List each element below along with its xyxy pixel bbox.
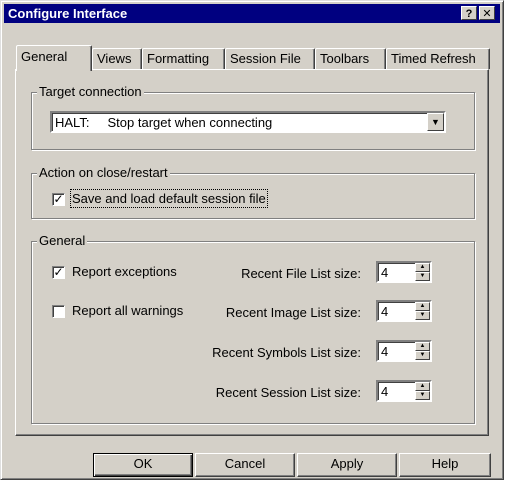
- spinner-buttons: ▲ ▼: [415, 382, 430, 400]
- action-close-label: Action on close/restart: [37, 165, 170, 180]
- recent-symbols-value[interactable]: 4: [381, 344, 388, 359]
- tab-timed-refresh[interactable]: Timed Refresh: [386, 48, 490, 69]
- cancel-button[interactable]: Cancel: [195, 453, 295, 477]
- action-close-group: Action on close/restart ✓ Save and load …: [31, 165, 475, 219]
- target-connection-select[interactable]: HALT: Stop target when connecting ▼: [50, 111, 446, 133]
- recent-image-label: Recent Image List size:: [225, 305, 361, 320]
- report-warnings-label[interactable]: Report all warnings: [72, 303, 183, 318]
- general-tab-panel: Target connection HALT: Stop target when…: [15, 69, 489, 436]
- report-exceptions-checkbox[interactable]: ✓: [52, 266, 65, 279]
- recent-file-value[interactable]: 4: [381, 265, 388, 280]
- tab-session-file[interactable]: Session File: [225, 48, 315, 69]
- chevron-down-icon[interactable]: ▼: [427, 113, 444, 131]
- recent-session-value[interactable]: 4: [381, 384, 388, 399]
- help-icon[interactable]: ?: [461, 6, 477, 20]
- recent-session-spinner[interactable]: 4 ▲ ▼: [376, 380, 432, 402]
- spin-up-icon[interactable]: ▲: [415, 342, 430, 351]
- spin-down-icon[interactable]: ▼: [415, 272, 430, 281]
- target-connection-value: HALT: Stop target when connecting: [55, 115, 273, 130]
- spin-down-icon[interactable]: ▼: [415, 351, 430, 360]
- save-session-checkbox[interactable]: ✓: [52, 193, 65, 206]
- target-connection-group: Target connection HALT: Stop target when…: [31, 84, 475, 150]
- help-button[interactable]: Help: [399, 453, 491, 477]
- spinner-buttons: ▲ ▼: [415, 263, 430, 281]
- window-title: Configure Interface: [8, 6, 128, 21]
- tab-general[interactable]: General: [16, 45, 92, 71]
- spin-down-icon[interactable]: ▼: [415, 311, 430, 320]
- ok-button[interactable]: OK: [93, 453, 193, 477]
- recent-symbols-label: Recent Symbols List size:: [212, 345, 361, 360]
- general-group: General ✓ Report exceptions Report all w…: [31, 233, 475, 424]
- recent-session-label: Recent Session List size:: [215, 385, 361, 400]
- recent-file-label: Recent File List size:: [241, 266, 361, 281]
- recent-symbols-spinner[interactable]: 4 ▲ ▼: [376, 340, 432, 362]
- tab-views[interactable]: Views: [92, 48, 142, 69]
- spin-down-icon[interactable]: ▼: [415, 391, 430, 400]
- configure-interface-dialog: Configure Interface ? ✕ General Views Fo…: [0, 0, 504, 480]
- report-warnings-checkbox[interactable]: [52, 305, 65, 318]
- general-group-label: General: [37, 233, 88, 248]
- save-session-label[interactable]: Save and load default session file: [70, 189, 268, 208]
- tab-toolbars[interactable]: Toolbars: [315, 48, 386, 69]
- report-exceptions-label[interactable]: Report exceptions: [72, 264, 177, 279]
- spin-up-icon[interactable]: ▲: [415, 302, 430, 311]
- spin-up-icon[interactable]: ▲: [415, 382, 430, 391]
- target-connection-label: Target connection: [37, 84, 144, 99]
- spin-up-icon[interactable]: ▲: [415, 263, 430, 272]
- tab-formatting[interactable]: Formatting: [142, 48, 225, 69]
- recent-image-spinner[interactable]: 4 ▲ ▼: [376, 300, 432, 322]
- spinner-buttons: ▲ ▼: [415, 302, 430, 320]
- recent-file-spinner[interactable]: 4 ▲ ▼: [376, 261, 432, 283]
- spinner-buttons: ▲ ▼: [415, 342, 430, 360]
- recent-image-value[interactable]: 4: [381, 304, 388, 319]
- apply-button[interactable]: Apply: [297, 453, 397, 477]
- close-icon[interactable]: ✕: [479, 6, 495, 20]
- title-bar[interactable]: Configure Interface ? ✕: [4, 4, 500, 23]
